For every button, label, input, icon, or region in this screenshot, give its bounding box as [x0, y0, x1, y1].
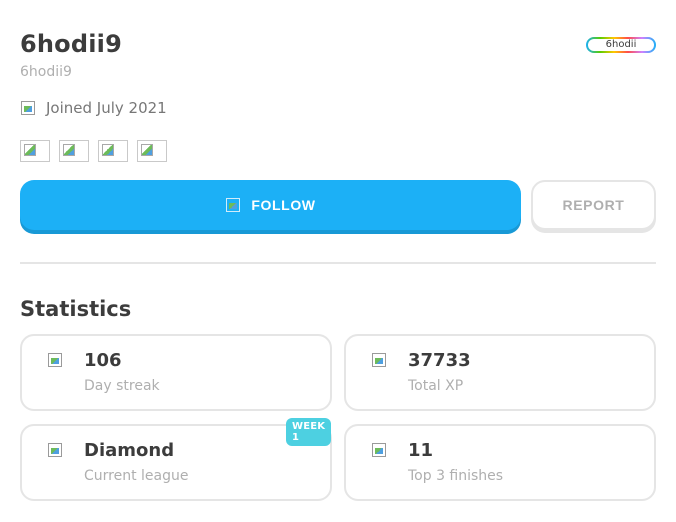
course-flag-icon[interactable]	[137, 140, 167, 162]
stat-value: 11	[408, 440, 434, 461]
course-flag-icon[interactable]	[20, 140, 50, 162]
stat-label: Day streak	[84, 378, 160, 394]
streak-icon	[47, 352, 63, 368]
xp-icon	[371, 352, 387, 368]
medal-icon	[371, 442, 387, 458]
stat-value: Diamond	[84, 440, 175, 461]
avatar-label: 6hodii	[588, 39, 654, 51]
clock-icon	[20, 100, 36, 116]
report-label: REPORT	[562, 197, 625, 213]
follow-button[interactable]: FOLLOW	[20, 180, 521, 230]
week-badge: WEEK 1	[286, 418, 332, 446]
report-button[interactable]: REPORT	[531, 180, 656, 230]
stat-card-xp: 37733 Total XP	[344, 334, 656, 411]
joined-date: Joined July 2021	[20, 99, 167, 117]
stat-label: Top 3 finishes	[408, 468, 504, 484]
stat-label: Current league	[84, 468, 189, 484]
course-flags	[20, 140, 167, 162]
stat-label: Total XP	[408, 378, 464, 394]
stat-value: 37733	[408, 350, 471, 371]
stat-card-streak: 106 Day streak	[20, 334, 332, 411]
add-friend-icon	[225, 197, 241, 213]
profile-username: 6hodii9	[20, 30, 123, 58]
course-flag-icon[interactable]	[59, 140, 89, 162]
joined-text: Joined July 2021	[46, 99, 167, 117]
profile-handle: 6hodii9	[20, 64, 72, 80]
course-flag-icon[interactable]	[98, 140, 128, 162]
follow-label: FOLLOW	[251, 197, 316, 213]
stat-value: 106	[84, 350, 122, 371]
statistics-title: Statistics	[20, 297, 132, 321]
stat-card-league[interactable]: WEEK 1 Diamond Current league	[20, 418, 332, 501]
stat-card-top3: 11 Top 3 finishes	[344, 424, 656, 501]
avatar[interactable]: 6hodii	[586, 37, 656, 53]
league-icon	[47, 442, 63, 458]
section-divider	[20, 262, 656, 264]
